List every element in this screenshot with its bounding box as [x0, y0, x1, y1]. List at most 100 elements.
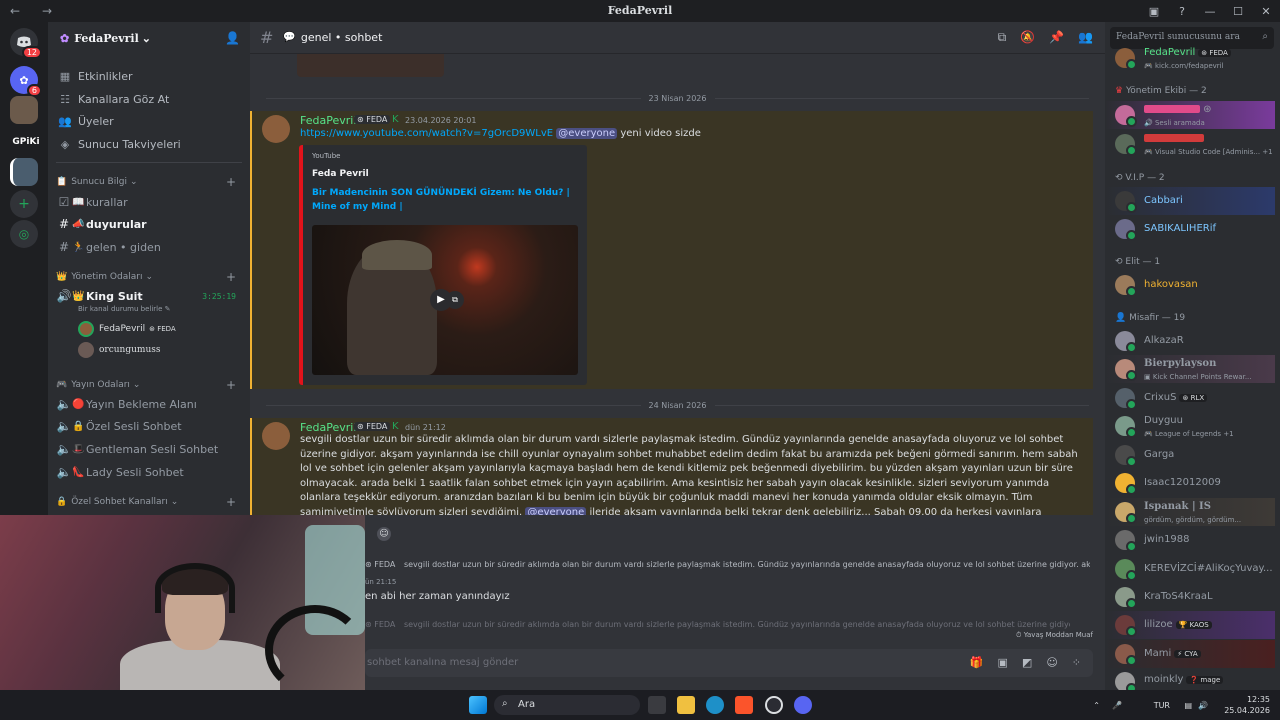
member-item[interactable]: ⊛ 🔊 Sesli aramada: [1105, 101, 1275, 129]
embed-author[interactable]: Feda Pevril: [312, 169, 369, 179]
close-button[interactable]: ✕: [1252, 5, 1280, 18]
avatar[interactable]: [262, 422, 290, 450]
member-item[interactable]: jwin1988: [1105, 526, 1275, 554]
message-composer[interactable]: sohbet kanalına mesaj gönder 🎁 ▣ ◩ ☺ ⁘: [365, 649, 1093, 677]
add-channel-icon[interactable]: +: [226, 495, 236, 509]
system-tray[interactable]: ⌃ 🎤 TUR ▤ 🔊 12:35 25.04.2026: [1093, 694, 1270, 716]
brave-icon[interactable]: [735, 696, 753, 714]
popout-icon[interactable]: ⧉: [446, 291, 464, 309]
member-item[interactable]: SABIKALIHERif: [1105, 215, 1275, 243]
member-item[interactable]: KEREVİZCİ#AliKoçYuvay...: [1105, 555, 1275, 583]
message[interactable]: FedaPevril ⊛ FEDA K dün 21:12 sevgili do…: [250, 418, 1093, 515]
message-list[interactable]: 23 Nisan 2026 FedaPevril ⊛ FEDA K 23.04.…: [250, 54, 1105, 515]
add-reaction-icon[interactable]: ☺: [377, 527, 391, 541]
add-channel-icon[interactable]: +: [226, 175, 236, 189]
video-thumbnail[interactable]: ▶ ⧉: [312, 225, 578, 375]
member-item[interactable]: Ispanak | IS gördüm, gördüm, gördüm...: [1105, 498, 1275, 526]
gif-icon[interactable]: ▣: [998, 656, 1008, 669]
notification-mute-icon[interactable]: 🔕: [1020, 30, 1035, 45]
nav-browse-channels[interactable]: ☷ Kanallara Göz At: [56, 89, 169, 109]
threads-icon[interactable]: ⧉: [998, 30, 1007, 45]
nav-events[interactable]: ▦ Etkinlikler: [56, 66, 133, 86]
voice-status-hint[interactable]: Bir kanal durumu belirle ✎: [78, 305, 171, 313]
taskbar-search[interactable]: ⌕ Ara: [494, 695, 640, 715]
chat-lower-area[interactable]: ☺ ⊛ FEDA sevgili dostlar uzun bir süredi…: [365, 515, 1105, 690]
file-explorer-icon[interactable]: [677, 696, 695, 714]
category-ozel-sohbet[interactable]: 🔒 Özel Sohbet Kanalları ⌄ +: [56, 495, 236, 509]
help-icon[interactable]: ?: [1168, 5, 1196, 18]
discover-icon[interactable]: ◎: [10, 220, 38, 248]
server-label-gpiki[interactable]: GPiKi: [12, 128, 40, 156]
edge-icon[interactable]: [706, 696, 724, 714]
windows-start-icon[interactable]: [469, 696, 487, 714]
member-item[interactable]: CrixuS ⊛ RLX: [1105, 384, 1275, 412]
minimize-button[interactable]: —: [1196, 5, 1224, 18]
embed-title[interactable]: Bir Madencinin SON GÜNÜNDEKİ Gizem: Ne O…: [312, 186, 572, 214]
mention-everyone[interactable]: @everyone: [556, 128, 618, 139]
member-item[interactable]: 🎮 Visual Studio Code [Adminis... +1: [1105, 130, 1275, 158]
emoji-icon[interactable]: ☺: [1046, 656, 1057, 669]
server-icon-1[interactable]: ✿ 6: [10, 66, 42, 97]
voice-user[interactable]: FedaPevril ⊛ FEDA: [78, 321, 176, 337]
member-item[interactable]: FedaPevril ⊛ FEDA 🎮 kick.com/fedapevril: [1105, 44, 1275, 72]
channel-kurallar[interactable]: ☑ 📖 kurallar: [56, 192, 246, 212]
member-item[interactable]: KraToS4KraaL: [1105, 583, 1275, 611]
apps-icon[interactable]: ⁘: [1072, 656, 1081, 669]
voice-channel[interactable]: 🔈 🔒 Özel Sesli Sohbet: [56, 416, 246, 436]
member-list-icon[interactable]: 👥: [1078, 30, 1093, 45]
channel-duyurular[interactable]: # 📣 duyurular: [56, 214, 246, 234]
member-item[interactable]: Bierpylayson ▣ Kick Channel Points Rewar.…: [1105, 355, 1275, 383]
discord-taskbar-icon[interactable]: [794, 696, 812, 714]
member-item[interactable]: Garga: [1105, 441, 1275, 469]
inbox-icon[interactable]: ▣: [1140, 5, 1168, 18]
mention-everyone[interactable]: @everyone: [525, 506, 587, 515]
microphone-icon[interactable]: 🎤: [1112, 700, 1122, 711]
voice-channel[interactable]: 🔈 🔴 Yayın Bekleme Alanı: [56, 394, 246, 414]
gift-icon[interactable]: 🎁: [970, 656, 984, 669]
add-server-icon[interactable]: +: [10, 190, 38, 218]
sticker-icon[interactable]: ◩: [1022, 656, 1032, 669]
volume-icon[interactable]: 🔊: [1198, 700, 1208, 711]
server-header[interactable]: ✿ FedaPevril ⌄ 👤: [48, 22, 250, 54]
reply-preview[interactable]: ⊛ FEDA sevgili dostlar uzun bir süredir …: [365, 560, 1090, 569]
category-sunucu-bilgi[interactable]: 📋 Sunucu Bilgi ⌄ +: [56, 175, 236, 189]
task-view-icon[interactable]: [648, 696, 666, 714]
previous-image-attachment[interactable]: [297, 54, 444, 77]
member-item[interactable]: Mami ⚡ CYA: [1105, 640, 1275, 668]
network-icon[interactable]: ▤: [1184, 700, 1192, 711]
channel-emoji: 🔒: [72, 420, 85, 432]
pin-icon[interactable]: 📌: [1049, 30, 1064, 45]
language-indicator[interactable]: TUR: [1154, 700, 1170, 711]
maximize-button[interactable]: ☐: [1224, 5, 1252, 18]
voice-channel-king-suit[interactable]: 🔊 👑 King Suit 3:25:19: [56, 286, 246, 306]
voice-channel[interactable]: 🔈 👠 Lady Sesli Sohbet: [56, 462, 246, 482]
member-item[interactable]: Cabbari: [1105, 187, 1275, 215]
invite-people-icon[interactable]: 👤: [225, 31, 240, 45]
reply-preview[interactable]: ⊛ FEDA sevgili dostlar uzun bir süredir …: [365, 620, 1070, 629]
voice-channel[interactable]: 🔈 🎩 Gentleman Sesli Sohbet: [56, 439, 246, 459]
channel-gelen-giden[interactable]: # 🏃 gelen • giden: [56, 237, 246, 257]
voice-user[interactable]: orcungumuss: [78, 342, 160, 358]
member-item[interactable]: Isaac12012009: [1105, 469, 1275, 497]
server-icon-fedapevril[interactable]: [10, 158, 38, 186]
add-channel-icon[interactable]: +: [226, 378, 236, 392]
message[interactable]: FedaPevril ⊛ FEDA K 23.04.2026 20:01 htt…: [250, 111, 1093, 389]
nav-members[interactable]: 👥 Üyeler: [56, 111, 114, 131]
member-item[interactable]: hakovasan: [1105, 271, 1275, 299]
nav-server-boosts[interactable]: ◈ Sunucu Takviyeleri: [56, 134, 181, 154]
server-icon-2[interactable]: [10, 96, 38, 124]
add-channel-icon[interactable]: +: [226, 270, 236, 284]
member-item[interactable]: Duyguu 🎮 League of Legends +1: [1105, 412, 1275, 440]
member-item[interactable]: AlkazaR: [1105, 327, 1275, 355]
tray-overflow-icon[interactable]: ⌃: [1093, 700, 1100, 711]
category-yonetim-odalari[interactable]: 👑 Yönetim Odaları ⌄ +: [56, 270, 236, 284]
scrollbar[interactable]: [1097, 515, 1102, 665]
member-item[interactable]: moinkly ❓ mage: [1105, 668, 1275, 690]
member-item[interactable]: lilizoe 🏆 KAOS: [1105, 611, 1275, 639]
obs-icon[interactable]: [765, 696, 783, 714]
avatar[interactable]: [262, 115, 290, 143]
message-author[interactable]: FedaPevril: [300, 114, 356, 127]
category-yayin-odalari[interactable]: 🎮 Yayın Odaları ⌄ +: [56, 378, 236, 392]
discord-home-icon[interactable]: 12: [10, 28, 42, 59]
message-link[interactable]: https://www.youtube.com/watch?v=7gOrcD9W…: [300, 128, 553, 139]
